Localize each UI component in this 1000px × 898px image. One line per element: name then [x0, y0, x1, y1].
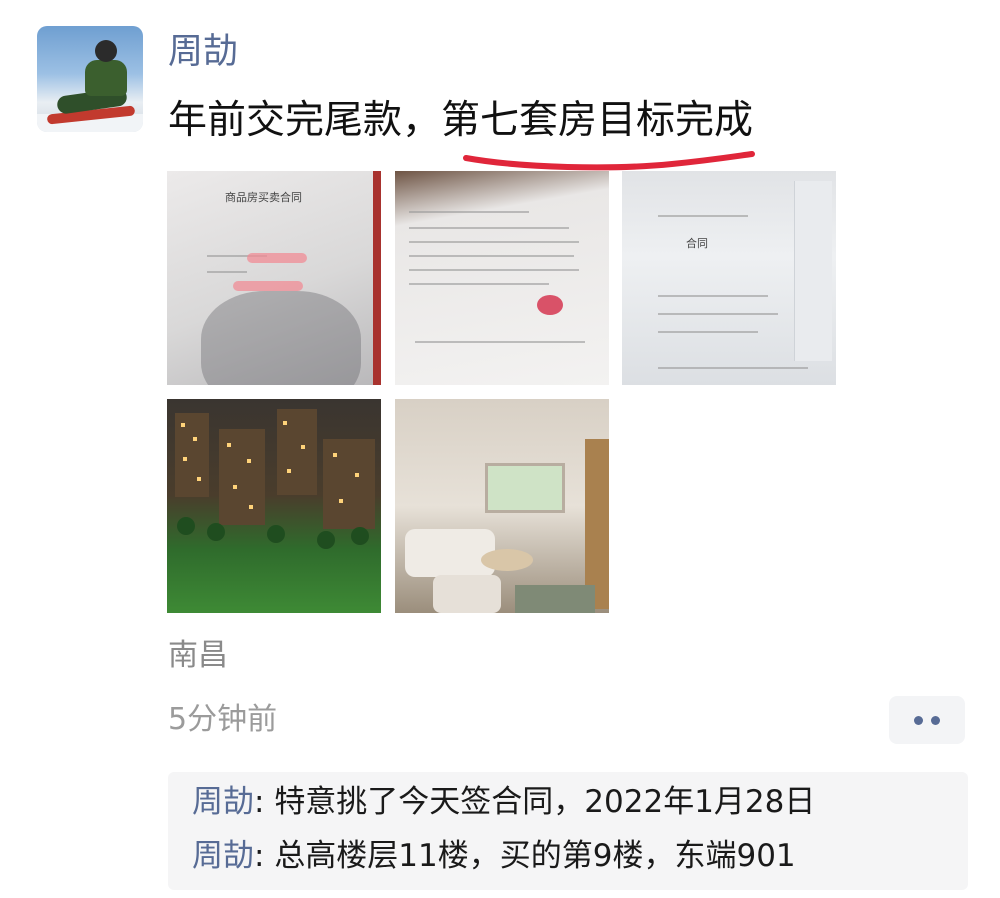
- comment-author[interactable]: 周劼: [192, 784, 254, 820]
- comment-author[interactable]: 周劼: [192, 838, 254, 874]
- photo-contract-2[interactable]: [395, 171, 609, 385]
- comment-text: 总高楼层11楼，买的第9楼，东端901: [274, 838, 796, 874]
- photo-contract-1[interactable]: 商品房买卖合同: [167, 171, 381, 385]
- more-dots-icon[interactable]: [889, 696, 965, 744]
- post-location[interactable]: 南昌: [168, 634, 228, 678]
- comment-separator: :: [254, 838, 275, 874]
- post-username[interactable]: 周劼: [168, 30, 238, 74]
- photo-building-model[interactable]: [167, 399, 381, 613]
- post-time: 5分钟前: [168, 702, 278, 737]
- post-text: 年前交完尾款，第七套房目标完成: [168, 98, 754, 143]
- photo-caption: 商品房买卖合同: [225, 191, 302, 204]
- comment-separator: :: [254, 784, 275, 820]
- comments-panel: 周劼: 特意挑了今天签合同，2022年1月28日 周劼: 总高楼层11楼，买的第…: [168, 772, 968, 890]
- comment-item[interactable]: 周劼: 总高楼层11楼，买的第9楼，东端901: [192, 834, 796, 878]
- avatar[interactable]: [37, 26, 143, 132]
- comment-item[interactable]: 周劼: 特意挑了今天签合同，2022年1月28日: [192, 780, 815, 824]
- photo-contract-3[interactable]: 合同: [622, 171, 836, 385]
- comment-text: 特意挑了今天签合同，2022年1月28日: [274, 784, 816, 820]
- photo-living-room[interactable]: [395, 399, 609, 613]
- photo-caption: 合同: [686, 237, 708, 250]
- underline-mark: [463, 151, 755, 171]
